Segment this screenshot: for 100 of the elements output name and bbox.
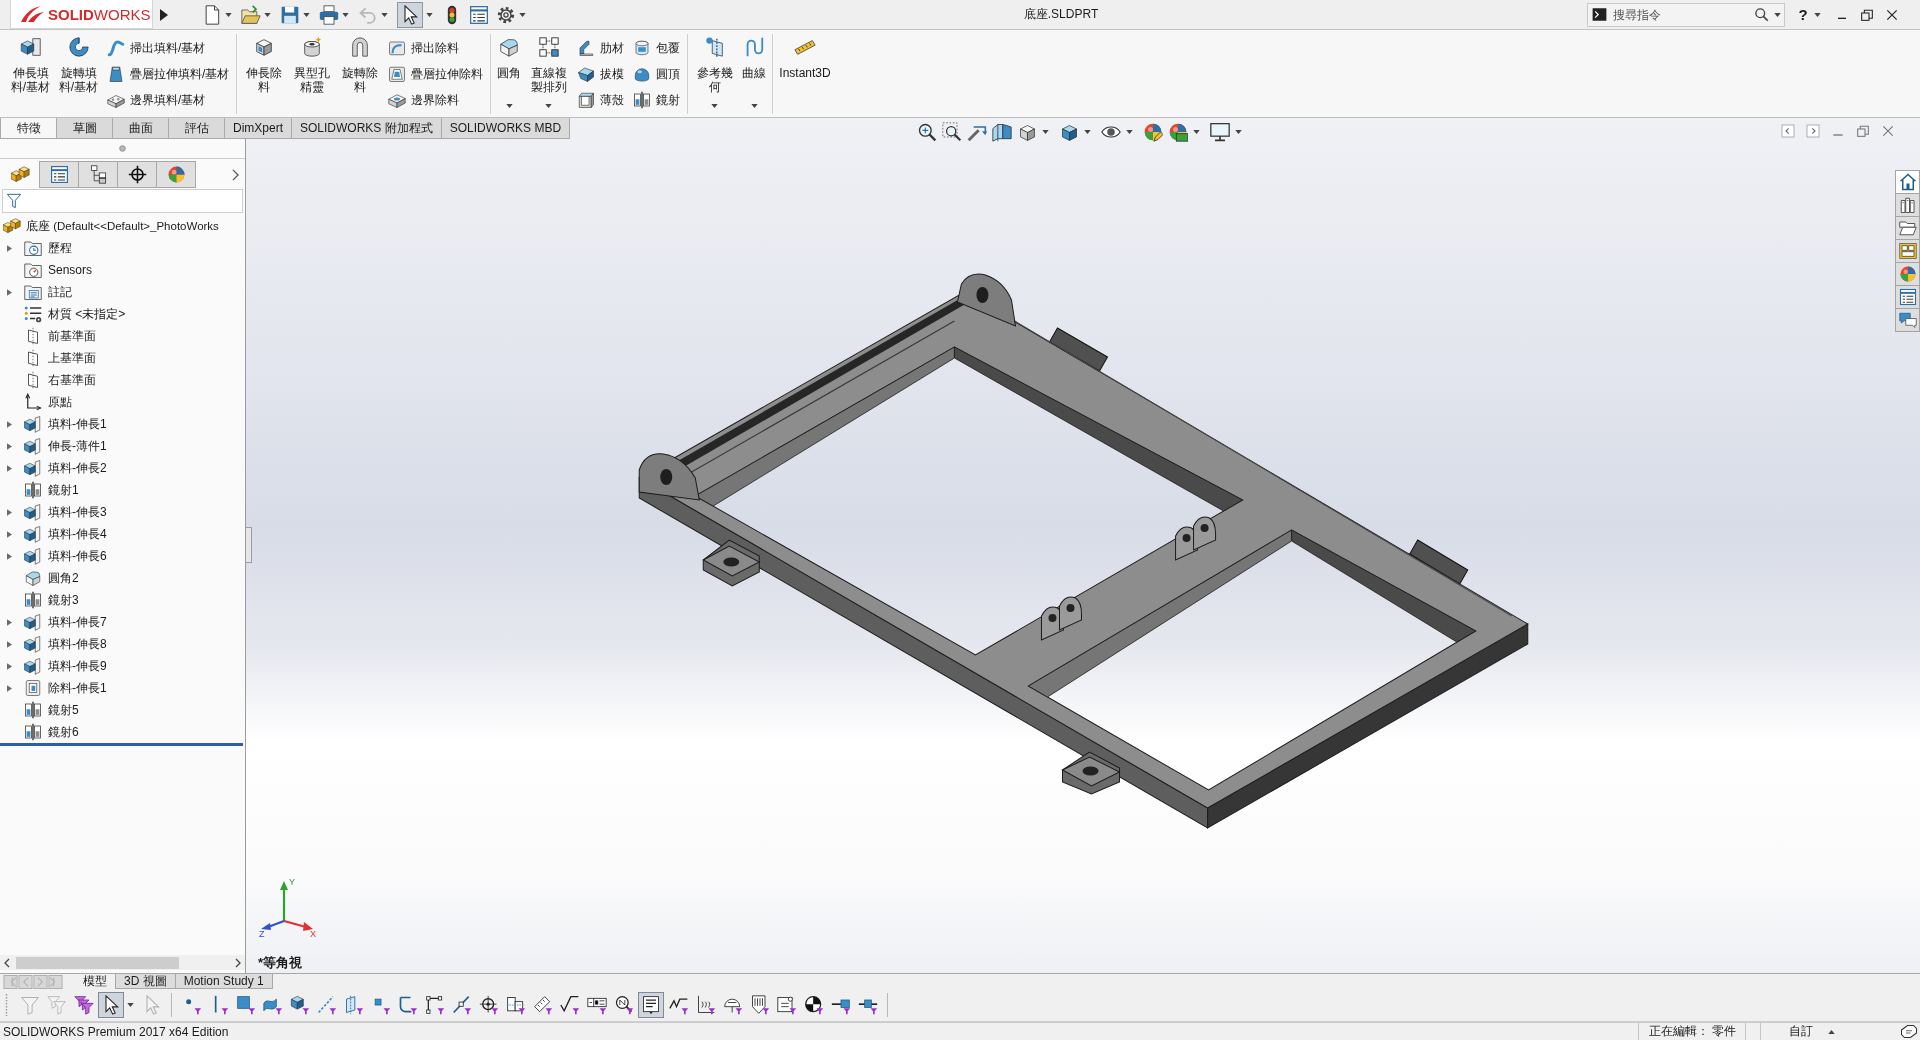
expand-arrow-icon[interactable] [7, 618, 12, 626]
unit-system[interactable]: 自訂 [1760, 1023, 1813, 1040]
ribbon-button[interactable]: 圓角 [495, 34, 524, 114]
ribbon-button[interactable]: 伸長除料 [241, 34, 287, 114]
task-pane-tab[interactable] [1895, 262, 1920, 286]
tree-item[interactable]: 填料-伸長9 [0, 655, 245, 677]
ribbon-button[interactable]: 伸長填料/基材 [8, 34, 53, 114]
expand-arrow-icon[interactable] [7, 464, 12, 472]
expand-arrow-icon[interactable] [7, 442, 12, 450]
ribbon-button[interactable]: 直線複製排列 [526, 34, 572, 114]
ribbon-button[interactable]: 異型孔精靈 [289, 34, 335, 114]
caret-icon[interactable] [1814, 12, 1821, 17]
magnifier-filter-icon[interactable] [613, 995, 634, 1015]
ribbon-button[interactable]: 肋材 [574, 35, 628, 61]
square-filter-icon[interactable] [235, 995, 256, 1015]
tree-item[interactable]: 前基準面 [0, 325, 245, 347]
tree-item[interactable]: 填料-伸長4 [0, 523, 245, 545]
printer-icon[interactable] [319, 4, 339, 25]
select-button[interactable] [397, 1, 423, 28]
tree-item[interactable]: 填料-伸長3 [0, 501, 245, 523]
tree-item[interactable]: 原點 [0, 391, 245, 413]
expand-arrow-icon[interactable] [7, 684, 12, 692]
tree-item[interactable]: 填料-伸長6 [0, 545, 245, 567]
panel-right-icon[interactable] [1805, 123, 1821, 139]
ribbon-button[interactable]: 鏡射 [630, 87, 684, 113]
tree-item[interactable]: 鏡射3 [0, 589, 245, 611]
chevron-left-icon[interactable] [4, 957, 10, 968]
caret-icon[interactable] [519, 12, 526, 17]
panel-tab[interactable] [78, 161, 118, 188]
splitter-handle[interactable] [245, 527, 252, 563]
search-icon[interactable] [1754, 7, 1769, 22]
ribbon-button[interactable]: 疊層拉伸填料/基材 [104, 61, 233, 87]
caret-icon[interactable] [1193, 130, 1200, 134]
expand-arrow-icon[interactable] [7, 288, 12, 296]
tree-item[interactable]: 歷程 [0, 237, 245, 259]
ribbon-button[interactable]: 旋轉除料 [337, 34, 383, 114]
app-logo[interactable]: SOLIDWORKS [10, 0, 154, 29]
tree-item[interactable]: 填料-伸長1 [0, 413, 245, 435]
magnifier-icon[interactable] [917, 122, 937, 142]
ribbon-button[interactable]: 薄殼 [574, 87, 628, 113]
ribbon-button[interactable]: Instant3D [777, 34, 833, 114]
cube-filter-icon[interactable] [289, 995, 310, 1015]
properties-list-icon[interactable] [469, 4, 489, 25]
caret-icon[interactable] [225, 12, 232, 17]
split-block-icon[interactable] [992, 122, 1012, 142]
segmented-frame-filter-icon[interactable] [586, 995, 607, 1015]
ribbon-button[interactable]: 圓頂 [630, 61, 684, 87]
tree-item[interactable]: 鏡射6 [0, 721, 245, 743]
octagon-tag-icon[interactable] [1900, 1024, 1918, 1039]
monitor-icon[interactable] [1210, 122, 1230, 142]
open-folder-icon[interactable] [241, 4, 261, 25]
expand-arrow-icon[interactable] [7, 530, 12, 538]
chevron-right-icon[interactable] [235, 957, 241, 968]
task-pane-tab[interactable] [1895, 308, 1920, 332]
polyline-filter-icon[interactable] [424, 995, 445, 1015]
expand-arrow-icon[interactable] [7, 552, 12, 560]
command-tab[interactable]: 特徵 [0, 118, 57, 139]
chevron-right-icon[interactable] [232, 168, 239, 181]
command-tab[interactable]: SOLIDWORKS MBD [440, 118, 571, 139]
help-button[interactable]: ? [1795, 6, 1811, 23]
tree-item[interactable]: 註記 [0, 281, 245, 303]
ribbon-button[interactable]: 參考幾何 [692, 34, 738, 114]
check-mark-filter-icon[interactable] [559, 995, 580, 1015]
caret-icon[interactable] [426, 12, 433, 17]
tree-item[interactable]: 右基準面 [0, 369, 245, 391]
tree-item[interactable]: 底座 (Default<<Default>_PhotoWorks [0, 215, 245, 237]
filter-field[interactable] [2, 189, 243, 213]
expand-arrow-icon[interactable] [7, 640, 12, 648]
task-pane-tab[interactable] [1895, 216, 1920, 240]
caret-icon[interactable] [127, 1003, 134, 1007]
shaded-cube-icon[interactable] [1059, 122, 1079, 142]
cube-icon[interactable] [1017, 122, 1037, 142]
task-pane-tab[interactable] [1895, 239, 1920, 263]
shield-filter-icon[interactable] [749, 995, 770, 1015]
expand-arrow-icon[interactable] [7, 662, 12, 670]
diagonal-filter-icon[interactable] [451, 995, 472, 1015]
target-filter-icon[interactable] [478, 995, 499, 1015]
tree-item[interactable]: 填料-伸長2 [0, 457, 245, 479]
caret-icon[interactable] [1774, 12, 1781, 17]
funnel-stack-icon[interactable] [73, 995, 94, 1015]
caret-up-icon[interactable] [1828, 1029, 1835, 1034]
ruler-filter-icon[interactable] [532, 995, 553, 1015]
caret-icon[interactable] [1235, 130, 1242, 134]
expand-arrow-icon[interactable] [7, 420, 12, 428]
search-field[interactable]: 搜尋指令 [1587, 2, 1785, 27]
surface-filter-icon[interactable] [262, 995, 283, 1015]
dashed-magnifier-icon[interactable] [942, 122, 962, 142]
command-tab[interactable]: 草圖 [56, 118, 113, 139]
tree-item[interactable]: 上基準面 [0, 347, 245, 369]
corner-filter-icon[interactable] [397, 995, 418, 1015]
ribbon-button[interactable]: 包覆 [630, 35, 684, 61]
note-filter-button[interactable] [638, 992, 664, 1018]
command-tab[interactable]: 曲面 [112, 118, 169, 139]
plane-filter-icon[interactable] [343, 995, 364, 1015]
caret-icon[interactable] [342, 12, 349, 17]
caret-icon[interactable] [381, 12, 388, 17]
task-pane-tab[interactable] [1895, 193, 1920, 217]
task-pane-tab[interactable] [1895, 285, 1920, 309]
caret-icon[interactable] [1042, 130, 1049, 134]
tree-item[interactable]: 伸長-薄件1 [0, 435, 245, 457]
